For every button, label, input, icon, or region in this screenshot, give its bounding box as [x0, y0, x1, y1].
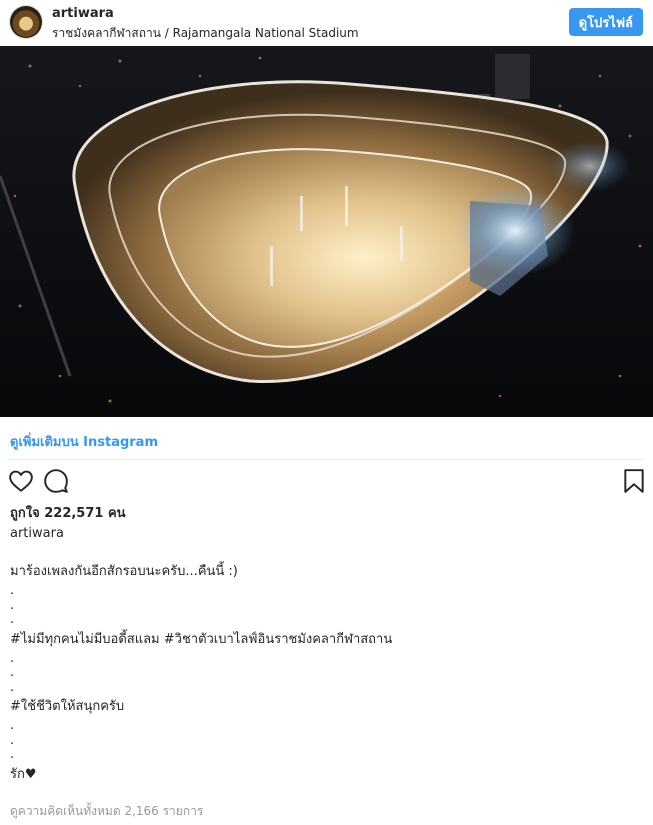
divider — [8, 459, 645, 460]
caption-hashtag[interactable]: #ใช้ชีวิตให้สนุกครับ — [10, 695, 630, 719]
bookmark-icon[interactable] — [622, 468, 646, 498]
avatar[interactable] — [10, 6, 42, 38]
caption-line: มาร้องเพลงกันอีกสักรอบนะครับ...คืนนี้ :) — [10, 564, 238, 579]
caption-line: . — [10, 679, 15, 695]
view-profile-button[interactable]: ดูโปรไฟล์ — [568, 8, 643, 36]
caption-line: . — [10, 650, 15, 666]
view-all-comments-link[interactable]: ดูความคิดเห็นทั้งหมด 2,166 รายการ — [10, 802, 203, 821]
view-more-on-instagram-link[interactable]: ดูเพิ่มเติมบน Instagram — [10, 431, 158, 452]
post-caption: มาร้องเพลงกันอีกสักรอบนะครับ...คืนนี้ :)… — [10, 560, 630, 787]
location-link[interactable]: ราชมังคลากีฬาสถาน / Rajamangala National… — [52, 24, 359, 43]
stadium-photo — [0, 46, 653, 417]
post-header: artiwara ราชมังคลากีฬาสถาน / Rajamangala… — [0, 0, 653, 46]
caption-line: . — [10, 612, 15, 627]
caption-line: . — [10, 747, 15, 762]
caption-line: รัก♥ — [10, 766, 37, 782]
comment-icon[interactable] — [43, 468, 69, 498]
post-photo[interactable] — [0, 46, 653, 417]
caption-line: . — [10, 732, 15, 748]
caption-line: . — [10, 665, 15, 680]
heart-icon[interactable] — [8, 468, 34, 498]
caption-hashtags[interactable]: #ไม่มีทุกคนไม่มีบอดี้สแลม #วิชาตัวเบาไลฟ… — [10, 628, 630, 652]
likes-count[interactable]: ถูกใจ 222,571 คน — [10, 502, 126, 523]
caption-username[interactable]: artiwara — [10, 526, 64, 541]
caption-line: . — [10, 583, 15, 598]
caption-line: . — [10, 718, 15, 733]
caption-line: . — [10, 597, 15, 613]
username[interactable]: artiwara — [52, 6, 114, 21]
